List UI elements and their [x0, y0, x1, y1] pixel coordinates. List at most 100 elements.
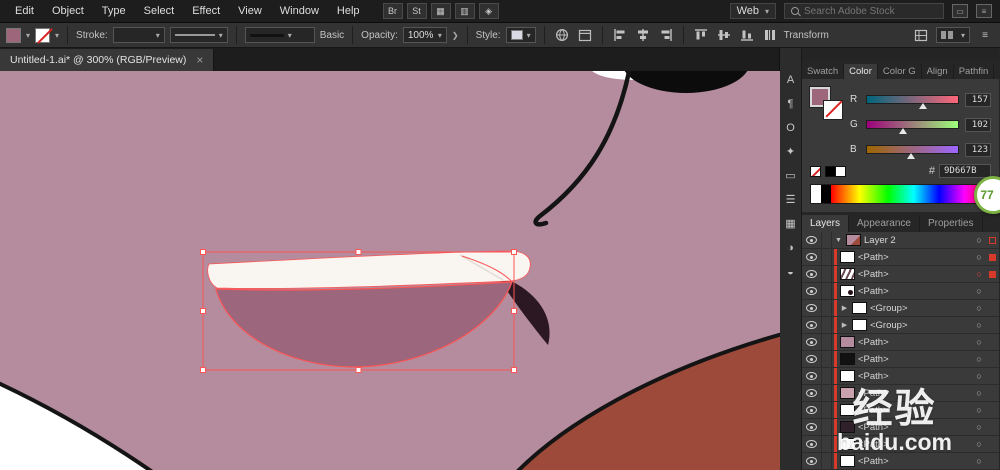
green-value[interactable]: 102: [965, 117, 991, 132]
expand-caret-icon[interactable]: ▼: [834, 237, 843, 244]
align-top-icon[interactable]: [692, 26, 710, 44]
layer-row[interactable]: <Path>: [802, 385, 999, 402]
symbols-icon[interactable]: ✦: [782, 144, 800, 159]
canvas[interactable]: [0, 71, 780, 470]
spectrum-rainbow[interactable]: [831, 185, 990, 203]
visibility-toggle[interactable]: [802, 266, 822, 282]
layer-row[interactable]: ▶ <Group>: [802, 317, 999, 334]
visibility-toggle[interactable]: [802, 249, 822, 265]
lock-cell[interactable]: [822, 232, 832, 248]
visibility-toggle[interactable]: [802, 232, 822, 248]
document-tab[interactable]: Untitled-1.ai* @ 300% (RGB/Preview) ×: [0, 49, 215, 71]
shape-properties-icon[interactable]: [912, 26, 930, 44]
panel-options-icon[interactable]: ≡: [976, 4, 992, 18]
opacity-more-icon[interactable]: ❯: [452, 31, 459, 40]
tab-properties[interactable]: Properties: [920, 215, 983, 232]
brush-definition-dropdown[interactable]: ▾: [244, 27, 315, 43]
arrange-documents-icon[interactable]: ▦: [430, 3, 451, 19]
lock-cell[interactable]: [822, 317, 832, 333]
lock-cell[interactable]: [822, 283, 832, 299]
swatches-icon[interactable]: ▦: [782, 216, 800, 231]
preferences-icon[interactable]: [576, 26, 594, 44]
variable-width-dropdown[interactable]: ▾: [169, 27, 228, 43]
lock-cell[interactable]: [822, 368, 832, 384]
visibility-toggle[interactable]: [802, 402, 822, 418]
visibility-toggle[interactable]: [802, 385, 822, 401]
paragraph-icon[interactable]: ¶: [782, 96, 800, 111]
lock-cell[interactable]: [822, 249, 832, 265]
layer-row[interactable]: ▼ Layer 2: [802, 232, 999, 249]
fill-stroke-indicator[interactable]: [810, 87, 842, 119]
green-slider-thumb[interactable]: [899, 128, 908, 134]
target-circle[interactable]: [971, 405, 987, 415]
lock-cell[interactable]: [822, 266, 832, 282]
stroke-proxy[interactable]: [824, 101, 842, 119]
blue-slider-thumb[interactable]: [906, 153, 915, 159]
visibility-toggle[interactable]: [802, 436, 822, 452]
none-swatch[interactable]: [810, 165, 821, 177]
style-dropdown[interactable]: ▾: [505, 27, 536, 43]
white-swatch[interactable]: [835, 165, 846, 177]
lock-cell[interactable]: [822, 300, 832, 316]
lock-cell[interactable]: [822, 385, 832, 401]
spectrum-white[interactable]: [811, 185, 821, 203]
menu-object[interactable]: Object: [43, 5, 93, 17]
tab-appearance[interactable]: Appearance: [849, 215, 920, 232]
target-circle[interactable]: [971, 422, 987, 432]
distribute-icon[interactable]: [761, 26, 779, 44]
layer-row[interactable]: <Path>: [802, 351, 999, 368]
lock-cell[interactable]: [822, 351, 832, 367]
tab-color[interactable]: Color: [844, 64, 878, 79]
menu-edit[interactable]: Edit: [6, 5, 43, 17]
target-circle[interactable]: [971, 235, 987, 245]
target-circle[interactable]: [971, 388, 987, 398]
opacity-dropdown[interactable]: 100% ▾: [402, 27, 447, 43]
align-vertical-center-icon[interactable]: [715, 26, 733, 44]
visibility-toggle[interactable]: [802, 300, 822, 316]
menu-window[interactable]: Window: [271, 5, 328, 17]
workspace-switcher[interactable]: Web ▾: [729, 3, 776, 19]
visibility-toggle[interactable]: [802, 351, 822, 367]
layer-row[interactable]: <Path>: [802, 368, 999, 385]
menu-type[interactable]: Type: [93, 5, 135, 17]
target-circle[interactable]: [971, 439, 987, 449]
blue-value[interactable]: 123: [965, 142, 991, 157]
target-circle[interactable]: [971, 354, 987, 364]
target-circle[interactable]: [971, 371, 987, 381]
target-circle[interactable]: [971, 303, 987, 313]
visibility-toggle[interactable]: [802, 368, 822, 384]
tab-layers[interactable]: Layers: [802, 215, 850, 232]
stroke-weight-dropdown[interactable]: ▾: [112, 27, 165, 43]
tab-swatches[interactable]: Swatch: [802, 64, 845, 79]
align-right-icon[interactable]: [657, 26, 675, 44]
blue-slider[interactable]: [866, 145, 959, 159]
screen-mode-icon[interactable]: ▥: [454, 3, 475, 19]
lock-cell[interactable]: [822, 453, 832, 469]
expand-caret-icon[interactable]: ▶: [840, 321, 849, 329]
touch-workspace-icon[interactable]: ◈: [478, 3, 499, 19]
visibility-toggle[interactable]: [802, 453, 822, 469]
menu-select[interactable]: Select: [135, 5, 184, 17]
panel-menu-icon[interactable]: ≡: [976, 26, 994, 44]
stroke-swatch[interactable]: [35, 27, 51, 43]
appearance-icon[interactable]: ☰: [782, 192, 800, 207]
search-input[interactable]: [804, 5, 937, 17]
tab-color-guide[interactable]: Color G: [878, 64, 922, 79]
hex-value-field[interactable]: 9D667B: [939, 164, 991, 178]
red-value[interactable]: 157: [965, 92, 991, 107]
layer-row[interactable]: <Path>: [802, 283, 999, 300]
layer-row[interactable]: <Path>: [802, 249, 999, 266]
lock-cell[interactable]: [822, 419, 832, 435]
target-circle[interactable]: [971, 252, 987, 262]
fill-swatch[interactable]: [6, 27, 21, 43]
red-slider-thumb[interactable]: [919, 103, 928, 109]
expand-caret-icon[interactable]: ▶: [840, 304, 849, 312]
menu-effect[interactable]: Effect: [183, 5, 229, 17]
visibility-toggle[interactable]: [802, 283, 822, 299]
lock-cell[interactable]: [822, 402, 832, 418]
green-slider[interactable]: [866, 120, 959, 134]
red-slider[interactable]: [866, 95, 959, 109]
close-tab-icon[interactable]: ×: [196, 53, 203, 67]
align-center-icon[interactable]: [634, 26, 652, 44]
target-circle[interactable]: [971, 320, 987, 330]
